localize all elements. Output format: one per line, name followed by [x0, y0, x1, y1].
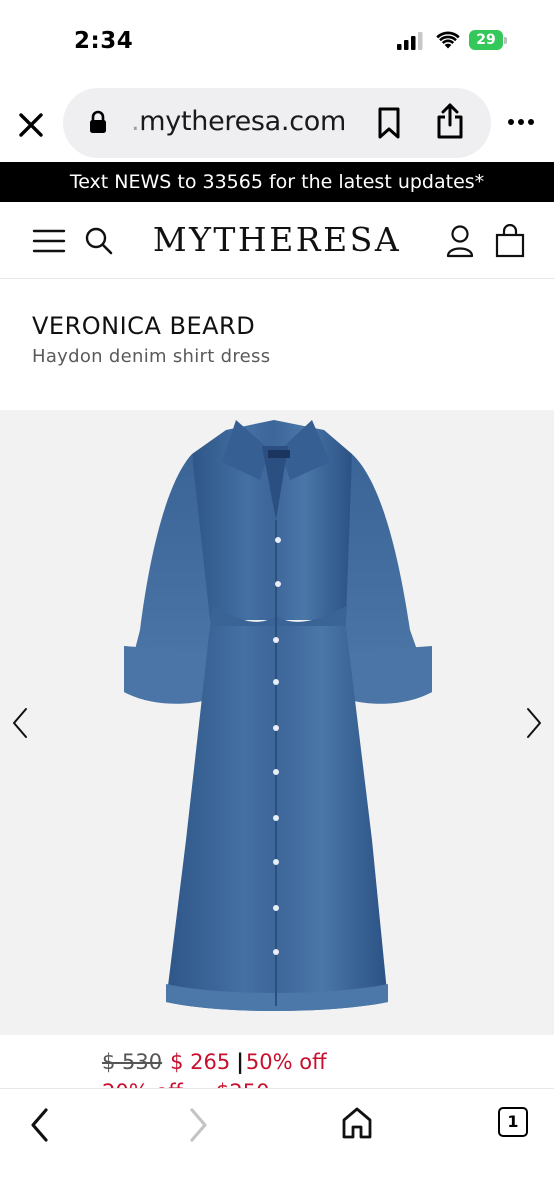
browser-bottom-toolbar: 1	[0, 1088, 554, 1201]
back-icon[interactable]	[26, 1105, 54, 1145]
browser-toolbar: .mytheresa.com	[0, 86, 554, 162]
shopping-bag-icon[interactable]	[495, 224, 525, 258]
close-icon[interactable]	[16, 110, 46, 140]
share-icon[interactable]	[435, 102, 465, 140]
discount-label: 50% off	[245, 1050, 327, 1074]
price-separator: |	[236, 1050, 244, 1074]
address-bar[interactable]: .mytheresa.com	[63, 88, 491, 158]
tab-count: 1	[498, 1107, 528, 1137]
product-brand[interactable]: VERONICA BEARD	[32, 312, 255, 340]
product-name: Haydon denim shirt dress	[32, 346, 271, 367]
status-time: 2:34	[74, 28, 134, 54]
sale-price: $ 265	[170, 1050, 231, 1074]
lock-icon	[90, 110, 106, 133]
tabs-button[interactable]: 1	[498, 1107, 530, 1139]
product-image	[124, 420, 432, 1011]
battery-cap	[504, 37, 507, 44]
original-price: $ 530	[102, 1050, 163, 1074]
wifi-icon	[436, 31, 460, 49]
more-options-icon[interactable]	[506, 116, 536, 128]
product-image-carousel[interactable]	[0, 410, 554, 1035]
next-image-arrow-icon[interactable]	[520, 706, 546, 740]
battery-indicator: 29	[469, 30, 509, 50]
prev-image-arrow-icon[interactable]	[8, 706, 34, 740]
url-domain: mytheresa.com	[139, 106, 346, 137]
account-icon[interactable]	[446, 224, 474, 258]
url-text[interactable]: .mytheresa.com	[131, 106, 346, 137]
bookmark-icon[interactable]	[377, 107, 401, 139]
battery-level: 29	[476, 32, 496, 48]
promo-banner[interactable]: Text NEWS to 33565 for the latest update…	[0, 162, 554, 202]
home-icon[interactable]	[340, 1105, 374, 1141]
forward-icon[interactable]	[184, 1105, 212, 1145]
price-row: $ 530 $ 265 |50% off	[102, 1050, 327, 1074]
status-bar: 2:34 29	[0, 0, 554, 80]
cellular-signal-icon	[397, 32, 423, 50]
site-header: MYTHERESA	[0, 202, 554, 279]
